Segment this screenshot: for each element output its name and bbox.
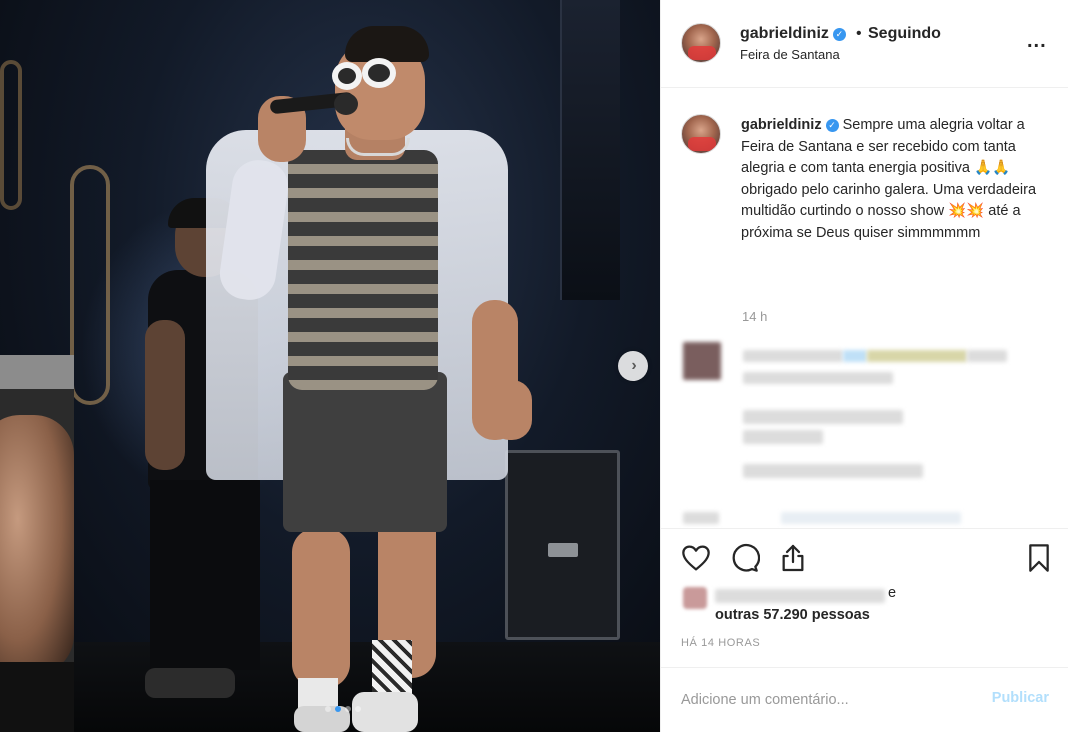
comment-bar: Publicar — [661, 667, 1068, 732]
comment-icon[interactable] — [728, 542, 761, 574]
post-header: gabrieldiniz ✓ • Seguindo Feira de Santan… — [661, 0, 1068, 88]
carousel-dot — [345, 706, 351, 712]
avatar[interactable] — [681, 23, 721, 63]
post-timestamp[interactable]: HÁ 14 HORAS — [681, 637, 760, 649]
likes-avatar[interactable] — [683, 587, 707, 609]
more-options-button[interactable]: ... — [1027, 30, 1047, 53]
avatar[interactable] — [681, 114, 721, 154]
carousel-dots — [325, 706, 361, 712]
carousel-dot — [355, 706, 361, 712]
trombone — [70, 165, 110, 405]
stage-truss — [560, 0, 620, 300]
username-link[interactable]: gabrieldiniz ✓ — [740, 25, 846, 43]
post-side-panel: gabrieldiniz ✓ • Seguindo Feira de Santan… — [660, 0, 1068, 732]
blurred-avatar — [683, 342, 721, 380]
carousel-next-button[interactable]: › — [618, 351, 648, 381]
caption-text: gabrieldiniz ✓ Sempre uma alegria voltar … — [741, 115, 1051, 244]
bookmark-icon[interactable] — [1023, 542, 1055, 574]
verified-badge-icon: ✓ — [825, 119, 839, 132]
separator-dot: • — [856, 25, 862, 42]
following-button[interactable]: Seguindo — [868, 25, 941, 43]
likes-count-link[interactable]: outras 57.290 pessoas — [715, 607, 870, 623]
publish-button[interactable]: Publicar — [992, 690, 1049, 706]
post-photo[interactable]: › — [0, 0, 660, 732]
share-icon[interactable] — [777, 542, 809, 574]
carousel-dot — [325, 706, 331, 712]
caption-username[interactable]: gabrieldiniz — [741, 117, 822, 133]
location-link[interactable]: Feira de Santana — [740, 47, 840, 62]
likes-conjunction: e — [888, 585, 897, 601]
previous-photo-strip — [0, 355, 74, 732]
post-actions: e outras 57.290 pessoas HÁ 14 HORAS Publ… — [661, 528, 1068, 732]
carousel-dot — [335, 706, 341, 712]
caption-section: gabrieldiniz ✓ Sempre uma alegria voltar … — [661, 88, 1068, 528]
heart-icon[interactable] — [680, 542, 712, 574]
chevron-right-icon: › — [631, 357, 637, 374]
verified-badge-icon: ✓ — [832, 28, 846, 41]
caption-body: Sempre uma alegria voltar a Feira de San… — [741, 117, 1037, 241]
trombone-left — [0, 60, 22, 210]
comment-input[interactable] — [681, 688, 981, 712]
caption-time: 14 h — [742, 309, 768, 324]
road-case — [505, 450, 620, 640]
blurred-liker-name — [715, 589, 885, 603]
